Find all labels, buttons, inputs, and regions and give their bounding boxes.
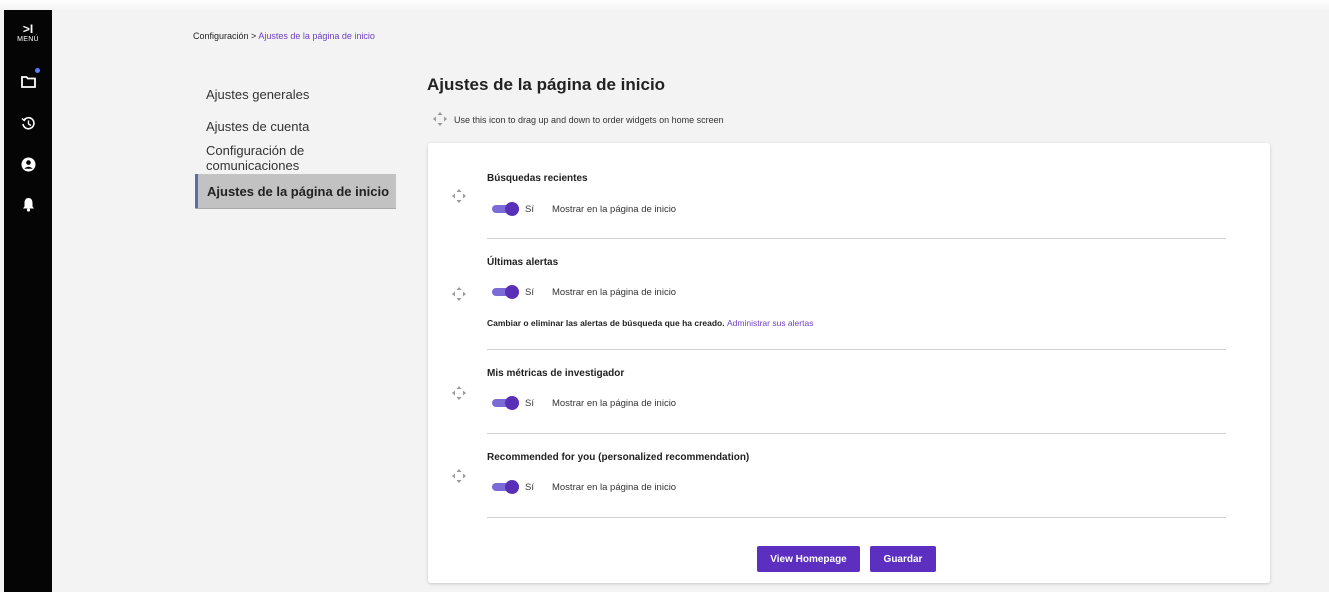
breadcrumb-separator: > (248, 31, 259, 41)
breadcrumb-parent[interactable]: Configuración (193, 31, 249, 41)
widget-title: Recommended for you (personalized recomm… (487, 452, 750, 463)
menu-expand-icon: >I (22, 21, 34, 36)
show-on-homepage-label: Mostrar en la página de inicio (551, 286, 677, 298)
widget-title: Búsquedas recientes (487, 173, 588, 184)
show-toggle[interactable] (492, 480, 519, 494)
view-homepage-button[interactable]: View Homepage (757, 546, 860, 572)
rail-item-alerts[interactable] (4, 191, 52, 217)
widget-title: Mis métricas de investigador (487, 368, 625, 379)
drag-hint-text: Use this icon to drag up and down to ord… (454, 115, 724, 125)
menu-item-communication-settings[interactable]: Configuración de comunicaciones (195, 142, 396, 174)
show-on-homepage-label: Mostrar en la página de inicio (551, 397, 677, 409)
toggle-row: Sí Mostrar en la página de inicio (492, 202, 676, 216)
menu-toggle-button[interactable]: >I MENÚ (4, 18, 52, 48)
menu-item-account-settings[interactable]: Ajustes de cuenta (195, 110, 396, 142)
show-toggle[interactable] (492, 202, 519, 216)
toggle-knob (505, 396, 519, 410)
toggle-state-label: Sí (525, 397, 534, 409)
divider (487, 433, 1226, 434)
rail-item-history[interactable] (4, 110, 52, 136)
toggle-knob (505, 202, 519, 216)
drag-handle-icon[interactable] (452, 189, 466, 208)
show-on-homepage-label: Mostrar en la página de inicio (551, 203, 677, 215)
widgets-card: Búsquedas recientes Sí Mostrar en la pág… (428, 143, 1270, 583)
show-toggle[interactable] (492, 396, 519, 410)
menu-label: MENÚ (17, 35, 39, 43)
manage-alerts-link[interactable]: Administrar sus alertas (727, 318, 813, 328)
notification-dot (35, 68, 40, 73)
toggle-row: Sí Mostrar en la página de inicio (492, 285, 676, 299)
divider (487, 517, 1226, 518)
menu-item-general-settings[interactable]: Ajustes generales (195, 78, 396, 110)
toggle-knob (505, 285, 519, 299)
folder-icon (20, 75, 36, 88)
alerts-note: Cambiar o eliminar las alertas de búsque… (487, 318, 813, 328)
rail-item-folders[interactable] (4, 68, 52, 94)
drag-hint: Use this icon to drag up and down to ord… (433, 112, 724, 128)
page-title: Ajustes de la página de inicio (427, 75, 666, 94)
toggle-state-label: Sí (525, 203, 534, 215)
settings-menu: Ajustes generales Ajustes de cuenta Conf… (195, 78, 396, 208)
toggle-state-label: Sí (525, 481, 534, 493)
user-circle-icon (21, 157, 36, 172)
show-on-homepage-label: Mostrar en la página de inicio (551, 481, 677, 493)
drag-handle-icon (433, 112, 447, 128)
menu-item-homepage-settings[interactable]: Ajustes de la página de inicio (195, 174, 396, 208)
drag-handle-icon[interactable] (452, 287, 466, 306)
nav-rail: >I MENÚ (4, 10, 52, 592)
drag-handle-icon[interactable] (452, 386, 466, 405)
rail-item-profile[interactable] (4, 151, 52, 177)
breadcrumb: Configuración > Ajustes de la página de … (193, 31, 375, 41)
toggle-state-label: Sí (525, 286, 534, 298)
divider (487, 349, 1226, 350)
drag-handle-icon[interactable] (452, 469, 466, 488)
divider (487, 238, 1226, 239)
widget-title: Últimas alertas (487, 257, 559, 268)
toggle-knob (505, 480, 519, 494)
breadcrumb-current: Ajustes de la página de inicio (258, 31, 375, 41)
toggle-row: Sí Mostrar en la página de inicio (492, 480, 676, 494)
top-bar (0, 0, 1329, 10)
toggle-row: Sí Mostrar en la página de inicio (492, 396, 676, 410)
history-icon (21, 116, 36, 131)
show-toggle[interactable] (492, 285, 519, 299)
alerts-note-text: Cambiar o eliminar las alertas de búsque… (487, 318, 725, 328)
save-button[interactable]: Guardar (870, 546, 936, 572)
bell-icon (22, 197, 35, 212)
